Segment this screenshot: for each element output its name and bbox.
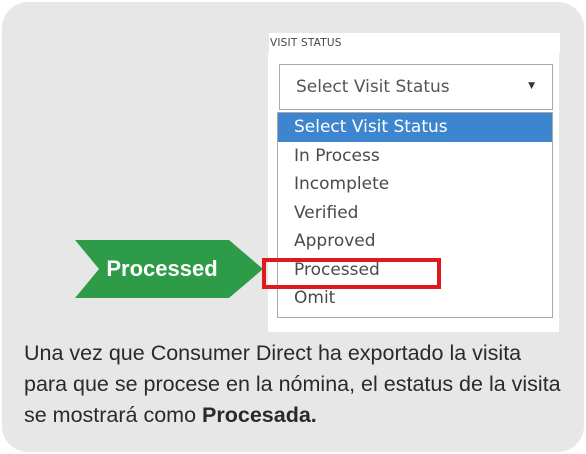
option-verified[interactable]: Verified	[278, 199, 552, 228]
select-value: Select Visit Status	[296, 77, 450, 97]
caret-down-icon: ▼	[528, 81, 535, 91]
caption-emphasis: Procesada.	[202, 403, 317, 427]
visit-status-label: VISIT STATUS	[269, 33, 560, 53]
processed-highlight-box	[262, 258, 441, 289]
option-select-visit-status[interactable]: Select Visit Status	[278, 113, 552, 142]
processed-callout-arrow: Processed	[75, 240, 263, 298]
visit-status-select[interactable]: Select Visit Status ▼	[279, 64, 553, 110]
option-incomplete[interactable]: Incomplete	[278, 170, 552, 199]
option-in-process[interactable]: In Process	[278, 142, 552, 171]
option-approved[interactable]: Approved	[278, 227, 552, 256]
caption-text: Una vez que Consumer Direct ha exportado…	[24, 338, 564, 431]
callout-label: Processed	[106, 256, 218, 281]
info-card: VISIT STATUS Select Visit Status ▼ Selec…	[0, 0, 586, 454]
